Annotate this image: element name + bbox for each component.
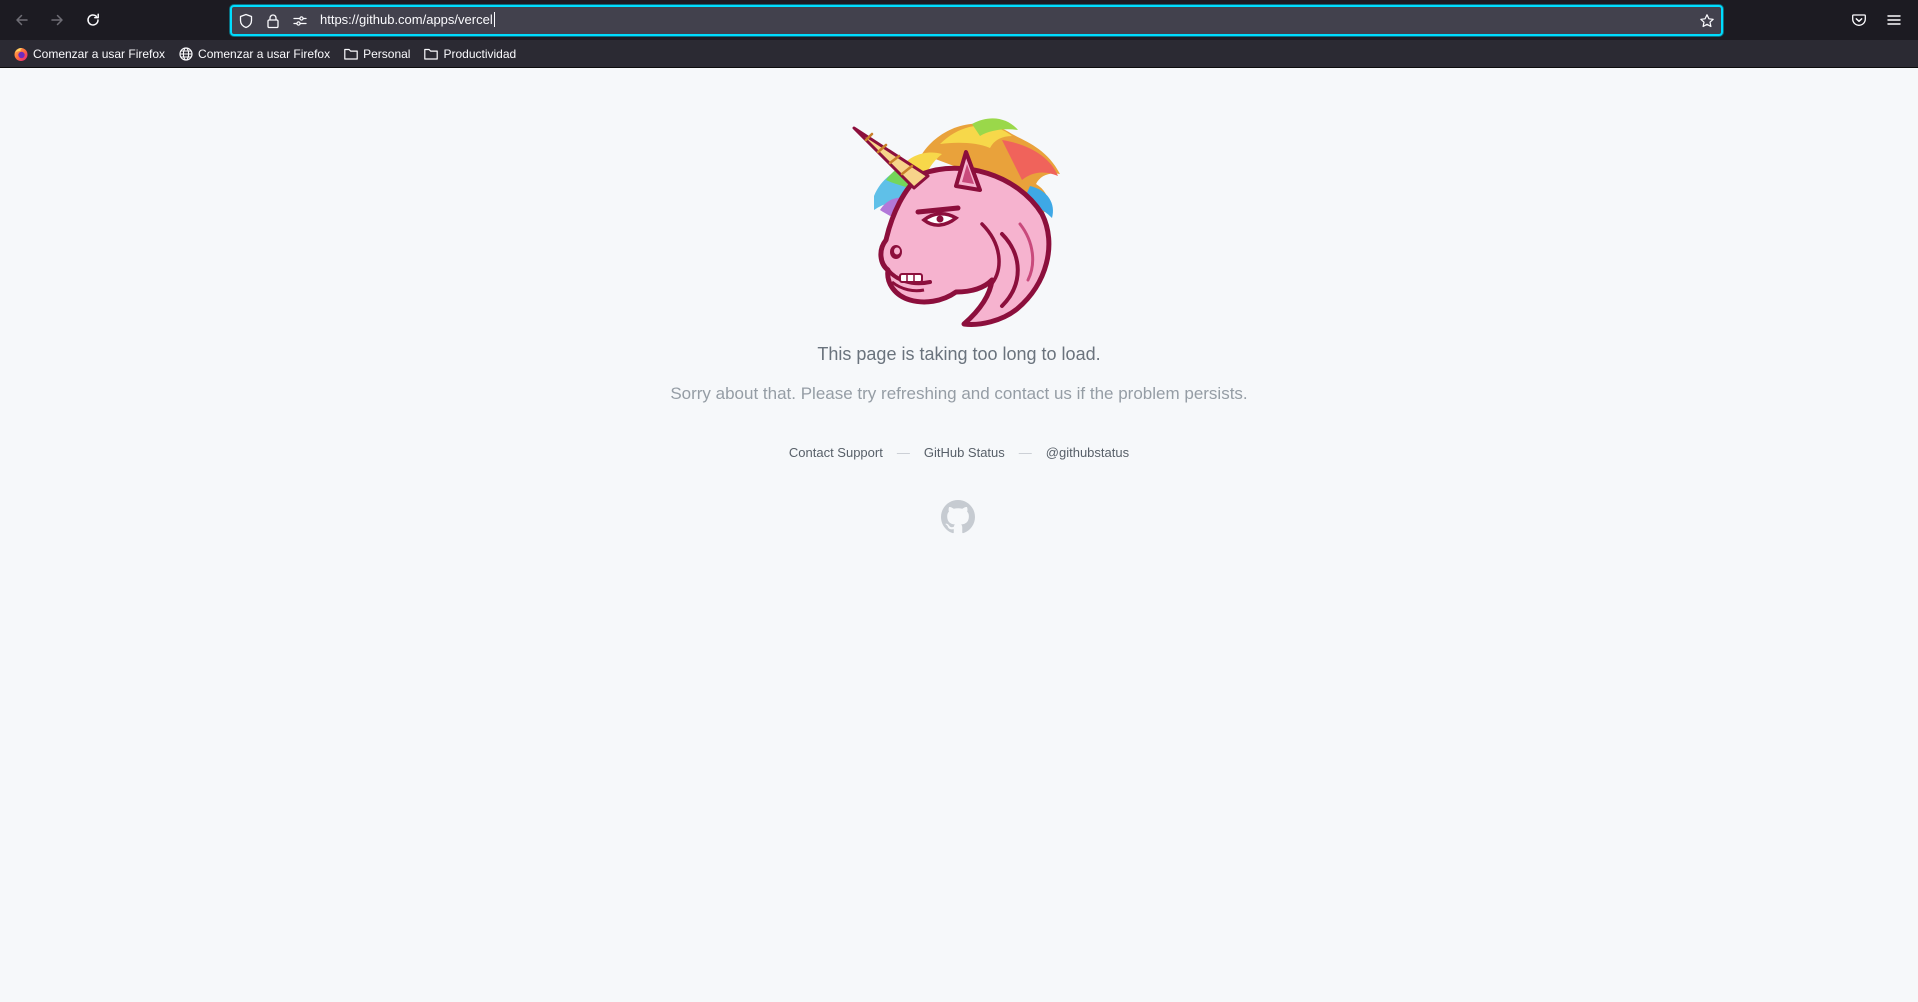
github-status-link[interactable]: GitHub Status xyxy=(924,445,1005,460)
url-text: https://github.com/apps/vercel xyxy=(320,12,493,27)
firefox-icon xyxy=(14,47,28,61)
app-menu-button[interactable] xyxy=(1884,10,1904,30)
bookmark-label: Personal xyxy=(363,46,411,61)
bookmark-label: Comenzar a usar Firefox xyxy=(198,46,331,61)
bookmarks-toolbar: Comenzar a usar Firefox Comenzar a usar … xyxy=(0,40,1918,68)
site-security-button[interactable] xyxy=(265,13,281,29)
back-arrow-icon xyxy=(16,14,28,26)
text-caret xyxy=(493,12,495,27)
globe-icon xyxy=(179,46,193,61)
browser-toolbar: https://github.com/apps/vercel xyxy=(0,0,1918,40)
permissions-button[interactable] xyxy=(292,13,308,29)
angry-unicorn-illustration xyxy=(852,118,1060,327)
bookmark-folder-productividad[interactable]: Productividad xyxy=(418,43,521,65)
address-bar[interactable]: https://github.com/apps/vercel xyxy=(230,5,1723,36)
folder-icon xyxy=(424,48,439,60)
contact-support-link[interactable]: Contact Support xyxy=(789,445,883,460)
bookmark-firefox-getting-started-2[interactable]: Comenzar a usar Firefox xyxy=(173,43,335,65)
tracking-protection-button[interactable] xyxy=(238,13,254,29)
pocket-icon xyxy=(1852,14,1866,26)
error-title: This page is taking too long to load. xyxy=(817,344,1101,364)
folder-icon xyxy=(344,48,358,60)
link-separator: — xyxy=(1018,445,1032,460)
githubstatus-twitter-link[interactable]: @githubstatus xyxy=(1046,445,1129,460)
lock-icon xyxy=(267,14,279,29)
back-button[interactable] xyxy=(10,8,34,32)
error-subtitle: Sorry about that. Please try refreshing … xyxy=(670,384,1248,403)
hamburger-menu-icon xyxy=(1887,15,1901,25)
bookmark-page-button[interactable] xyxy=(1699,13,1715,29)
forward-arrow-icon xyxy=(51,14,63,26)
reload-button[interactable] xyxy=(81,8,105,32)
bookmark-firefox-getting-started[interactable]: Comenzar a usar Firefox xyxy=(8,43,170,65)
bookmark-label: Comenzar a usar Firefox xyxy=(33,46,166,61)
forward-button[interactable] xyxy=(45,8,69,32)
url-input[interactable]: https://github.com/apps/vercel xyxy=(320,12,495,27)
reload-icon xyxy=(87,13,99,26)
github-octocat-icon[interactable] xyxy=(941,500,975,534)
page-content: This page is taking too long to load. So… xyxy=(0,68,1918,1002)
shield-icon xyxy=(239,13,253,29)
bookmark-label: Productividad xyxy=(443,46,517,61)
bookmark-folder-personal[interactable]: Personal xyxy=(338,43,415,65)
pocket-button[interactable] xyxy=(1849,10,1869,30)
link-separator: — xyxy=(896,445,910,460)
star-icon xyxy=(1700,14,1714,28)
support-links: Contact Support — GitHub Status — @githu… xyxy=(0,445,1918,460)
permissions-icon xyxy=(293,16,307,26)
